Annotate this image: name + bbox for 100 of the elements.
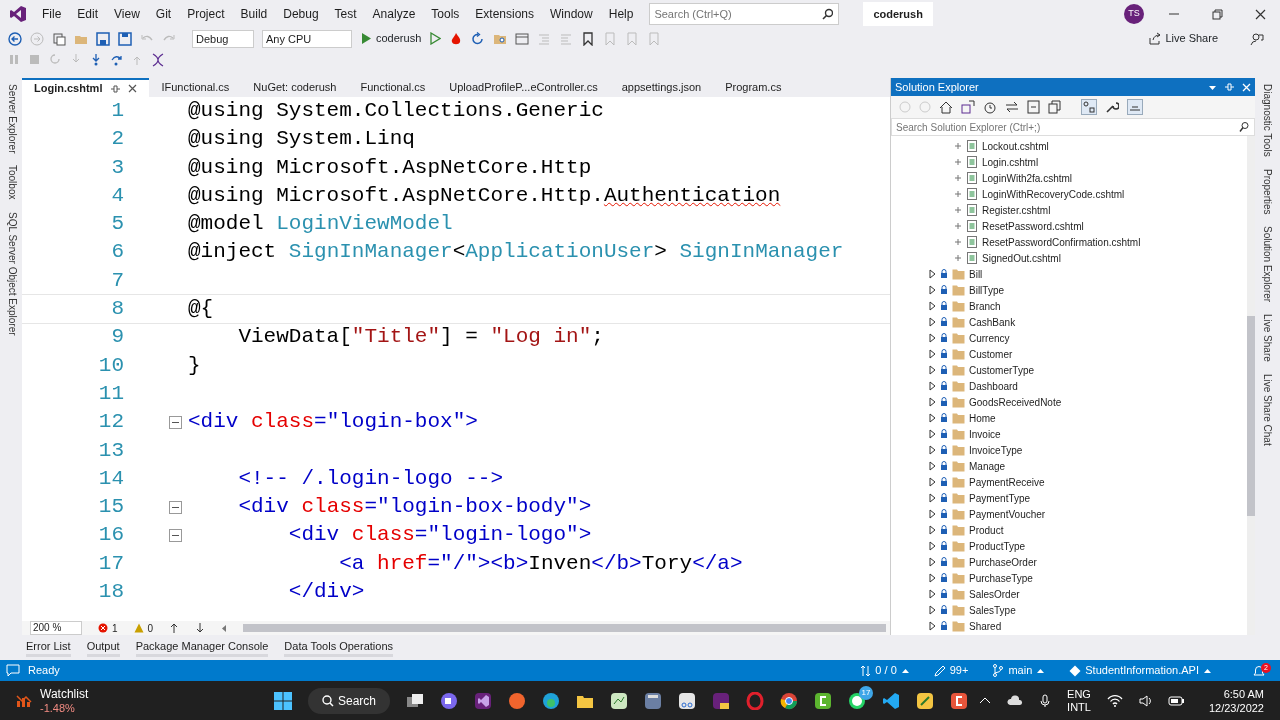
switch-views-icon[interactable] xyxy=(961,100,975,114)
tool-window-tab[interactable]: Output xyxy=(86,637,120,658)
feedback-icon[interactable] xyxy=(1250,31,1264,46)
chevron-up-icon[interactable] xyxy=(979,696,992,705)
tree-item[interactable]: LoginWith2fa.cshtml xyxy=(891,170,1247,186)
document-tab[interactable]: NuGet: coderush xyxy=(241,78,349,97)
tool-window-tab[interactable]: Package Manager Console xyxy=(135,637,269,658)
menu-item[interactable]: Tools xyxy=(423,3,468,25)
collapse-icon[interactable] xyxy=(169,415,182,429)
tree-item[interactable]: Branch xyxy=(891,298,1247,314)
new-item-icon[interactable] xyxy=(52,31,66,46)
tree-item[interactable]: Product xyxy=(891,522,1247,538)
save-icon[interactable] xyxy=(96,31,110,46)
menu-item[interactable]: View xyxy=(106,3,148,25)
widget[interactable]: Watchlist -1.48% xyxy=(0,686,260,715)
ring-icon[interactable] xyxy=(746,691,765,710)
wifi-icon[interactable] xyxy=(1106,693,1123,708)
tree-item[interactable]: PaymentVoucher xyxy=(891,506,1247,522)
task-view-icon[interactable] xyxy=(406,691,425,710)
tool-window-tab[interactable]: Error List xyxy=(26,637,71,658)
side-tab[interactable]: Live Share Chat xyxy=(1255,368,1277,452)
tree-item[interactable]: ProductType xyxy=(891,538,1247,554)
menu-item[interactable]: Project xyxy=(179,3,233,25)
document-tab[interactable]: appsettings.json xyxy=(609,78,714,97)
calculator-icon[interactable] xyxy=(644,691,663,710)
battery-icon[interactable] xyxy=(1167,693,1185,708)
tree-item[interactable]: Dashboard xyxy=(891,378,1247,394)
document-tab[interactable]: UploadProfileP...eController.cs xyxy=(437,78,610,97)
tree-item[interactable]: Shared xyxy=(891,618,1247,634)
tree-item[interactable]: PaymentType xyxy=(891,490,1247,506)
menu-item[interactable]: Git xyxy=(147,3,180,25)
platform-dropdown[interactable]: Any CPU xyxy=(262,29,352,48)
play-outline-icon[interactable] xyxy=(429,32,442,45)
menu-item[interactable]: File xyxy=(34,3,70,25)
preview-icon[interactable] xyxy=(1127,99,1143,115)
pending-changes-indicator[interactable]: 99+ xyxy=(933,662,969,679)
side-tab[interactable]: Diagnostic Tools xyxy=(1255,78,1277,163)
pin-icon[interactable] xyxy=(1224,82,1235,92)
logo-icon[interactable] xyxy=(8,4,28,24)
start-icon[interactable] xyxy=(274,691,292,710)
language-indicator[interactable]: ENG INTL xyxy=(1067,687,1091,714)
changes-indicator[interactable]: 0 / 0 xyxy=(860,662,910,679)
tree-item[interactable]: PurchaseType xyxy=(891,570,1247,586)
collapse-icon[interactable] xyxy=(169,500,182,514)
tree-item[interactable]: LoginWithRecoveryCode.cshtml xyxy=(891,186,1247,202)
tree-item[interactable]: CashBank xyxy=(891,314,1247,330)
tree-item[interactable]: Home xyxy=(891,410,1247,426)
document-tab[interactable]: Login.cshtml xyxy=(22,78,150,97)
vertical-scrollbar[interactable] xyxy=(1247,136,1255,635)
tree-item[interactable]: BillType xyxy=(891,282,1247,298)
volume-icon[interactable] xyxy=(1138,693,1152,708)
tree-item[interactable]: InvoiceType xyxy=(891,442,1247,458)
tree-item[interactable]: CustomerType xyxy=(891,362,1247,378)
document-tab[interactable]: Program.cs xyxy=(713,78,794,97)
side-tab[interactable]: Live Share xyxy=(1255,308,1277,369)
home-icon[interactable] xyxy=(939,100,953,114)
tree-item[interactable]: ResetPasswordConfirmation.cshtml xyxy=(891,234,1247,250)
search-icon[interactable] xyxy=(1238,121,1249,133)
account-avatar[interactable]: TS xyxy=(1124,4,1144,24)
clock[interactable]: 6:50 AM 12/23/2022 xyxy=(1208,686,1264,715)
side-tab[interactable]: Server Explorer xyxy=(0,78,22,160)
scroll-left-icon[interactable] xyxy=(221,623,228,633)
restore-icon[interactable] xyxy=(1212,8,1223,20)
menu-item[interactable]: Debug xyxy=(275,3,327,25)
step-into-icon[interactable] xyxy=(90,53,102,66)
video-call-icon[interactable] xyxy=(440,691,459,710)
dna-icon[interactable] xyxy=(151,52,165,67)
bracket-icon[interactable] xyxy=(950,691,969,710)
side-tab[interactable]: SQL Server Object Explorer xyxy=(0,205,22,342)
step-curve-icon[interactable] xyxy=(110,53,123,66)
live-share-button[interactable]: Live Share xyxy=(1148,30,1218,47)
search-field[interactable]: Search Solution Explorer (Ctrl+;) xyxy=(891,118,1255,136)
window-icon[interactable] xyxy=(515,31,530,46)
tree-item[interactable]: PurchaseOrder xyxy=(891,554,1247,570)
search-icon[interactable] xyxy=(821,8,834,20)
tree-item[interactable]: SalesOrder xyxy=(891,586,1247,602)
copy-icon[interactable] xyxy=(1048,100,1061,114)
repository-indicator[interactable]: StudentInformation.API xyxy=(1069,662,1212,679)
menu-item[interactable]: Window xyxy=(542,3,601,25)
tracking-icon[interactable] xyxy=(1081,99,1097,115)
document-tab[interactable]: Functional.cs xyxy=(348,78,438,97)
close-icon[interactable] xyxy=(128,84,138,93)
tree-item[interactable]: Manage xyxy=(891,458,1247,474)
down-arrow-icon[interactable] xyxy=(195,623,206,633)
tree-item[interactable]: Bill xyxy=(891,266,1247,282)
pin-icon[interactable] xyxy=(110,83,121,94)
bookmark-icon[interactable] xyxy=(581,31,596,46)
back-icon[interactable] xyxy=(8,31,22,46)
code-editor-icon[interactable] xyxy=(882,691,901,710)
menu-item[interactable]: Help xyxy=(600,3,642,25)
side-tab[interactable]: Solution Explorer xyxy=(1255,220,1277,309)
tree-item[interactable]: Register.cshtml xyxy=(891,202,1247,218)
side-tab[interactable]: Toolbox xyxy=(0,159,22,206)
horizontal-scrollbar[interactable] xyxy=(243,624,886,632)
refresh-icon[interactable] xyxy=(471,31,486,46)
menu-item[interactable]: Test xyxy=(326,3,365,25)
up-arrow-icon[interactable] xyxy=(169,623,180,633)
browser-icon[interactable] xyxy=(780,691,799,710)
microphone-icon[interactable] xyxy=(1039,693,1052,708)
menu-item[interactable]: Analyze xyxy=(364,3,424,25)
